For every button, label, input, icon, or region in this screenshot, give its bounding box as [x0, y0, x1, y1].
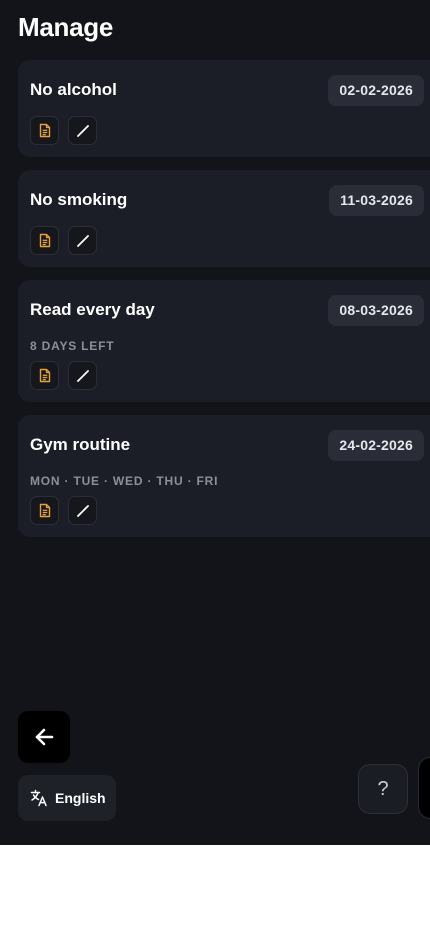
floating-action-button[interactable]	[418, 757, 430, 819]
language-label: English	[55, 790, 106, 806]
habit-date-badge: 08-03-2026	[328, 295, 424, 326]
habit-date-badge: 11-03-2026	[329, 185, 424, 216]
notes-button[interactable]	[30, 496, 59, 525]
habit-title: No alcohol	[30, 80, 117, 99]
notes-button[interactable]	[30, 226, 59, 255]
pencil-icon	[76, 369, 89, 382]
habit-subtitle: 8 DAYS LEFT	[30, 339, 115, 353]
habit-title: Read every day	[30, 300, 155, 319]
document-icon	[39, 233, 50, 248]
pencil-icon	[76, 504, 89, 517]
translate-icon	[30, 789, 47, 807]
language-button[interactable]: English	[18, 775, 116, 821]
document-icon	[39, 368, 50, 383]
notes-button[interactable]	[30, 116, 59, 145]
habit-card: No alcohol 02-02-2026	[18, 60, 430, 157]
habit-card: No smoking 11-03-2026	[18, 170, 430, 267]
pencil-icon	[76, 234, 89, 247]
app-screen: Manage No alcohol 02-02-2026 No smoking …	[0, 0, 430, 845]
edit-button[interactable]	[68, 116, 97, 145]
edit-button[interactable]	[68, 226, 97, 255]
habit-title: Gym routine	[30, 435, 131, 454]
habit-schedule: MON · TUE · WED · THU · FRI	[30, 474, 219, 488]
habit-card: Read every day 08-03-2026 8 DAYS LEFT	[18, 280, 430, 402]
notes-button[interactable]	[30, 361, 59, 390]
habit-date-badge: 24-02-2026	[328, 430, 424, 461]
edit-button[interactable]	[68, 361, 97, 390]
habit-title: No smoking	[30, 190, 128, 209]
document-icon	[39, 503, 50, 518]
habit-card: Gym routine 24-02-2026 MON · TUE · WED ·…	[18, 415, 430, 537]
pencil-icon	[76, 124, 89, 137]
habit-date-badge: 02-02-2026	[328, 75, 424, 106]
edit-button[interactable]	[68, 496, 97, 525]
page-title: Manage	[18, 12, 114, 42]
arrow-left-icon	[35, 728, 54, 746]
document-icon	[39, 123, 50, 138]
back-button[interactable]	[18, 711, 70, 763]
help-button[interactable]: ?	[358, 764, 408, 814]
